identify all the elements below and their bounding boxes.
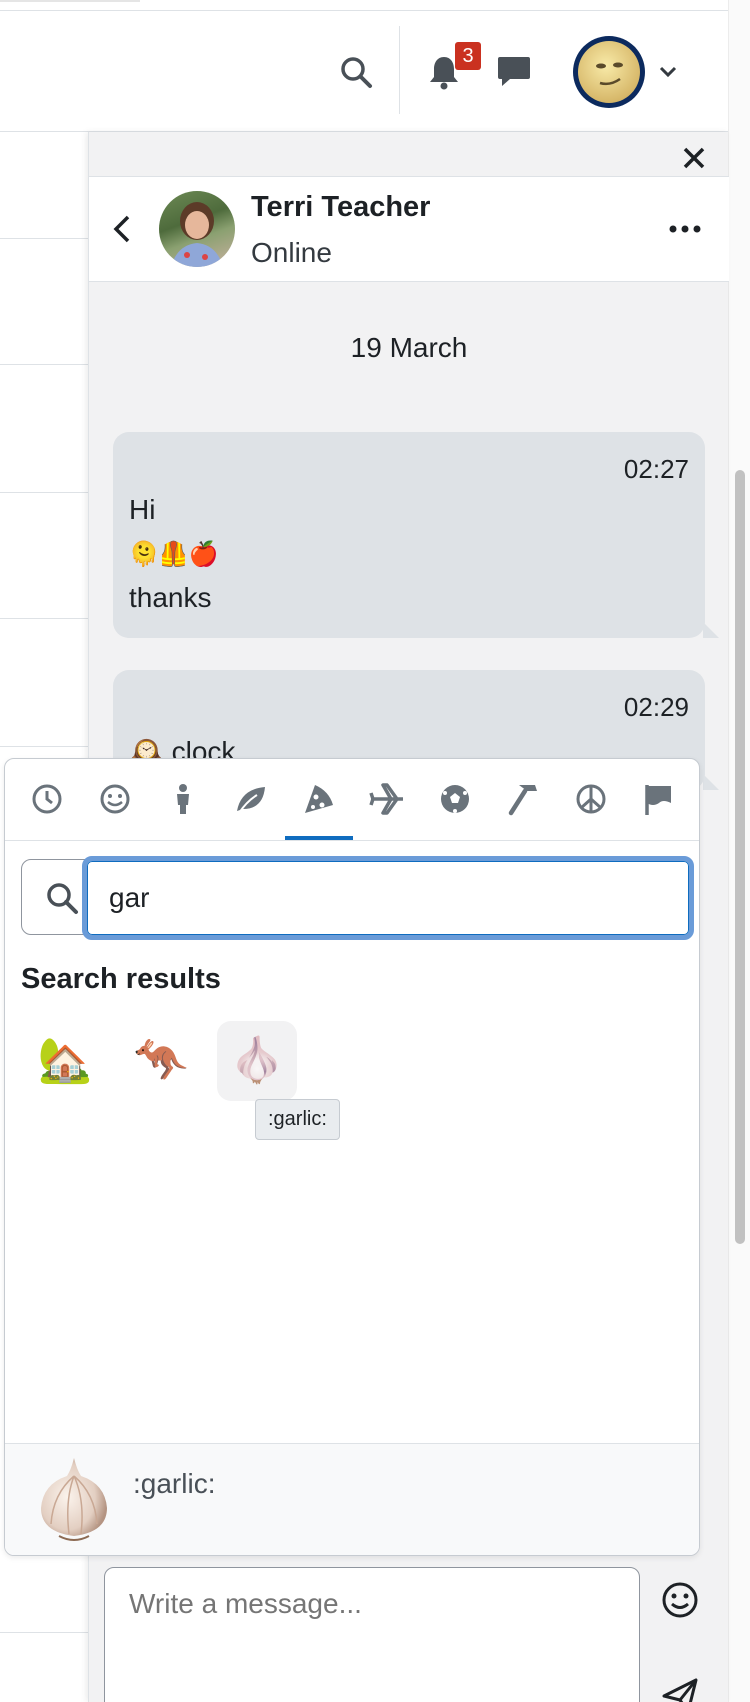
emoji-preview-footer: :garlic: xyxy=(5,1443,699,1555)
emoji-result-kangaroo[interactable]: 🦘 xyxy=(121,1021,201,1101)
emoji-result-garlic[interactable]: 🧄 xyxy=(217,1021,297,1101)
message-bubble: 02:27 Hi 🫠🦺🍎 thanks xyxy=(113,432,719,638)
active-tab-indicator xyxy=(285,836,353,840)
emoji-tooltip: :garlic: xyxy=(255,1099,340,1140)
row-divider xyxy=(0,364,88,365)
emoji-preview-name: :garlic: xyxy=(133,1468,216,1499)
conversation-date: 19 March xyxy=(350,332,468,363)
person-icon[interactable] xyxy=(165,781,201,817)
row-divider xyxy=(0,618,88,619)
send-icon[interactable] xyxy=(660,1676,700,1702)
search-icon[interactable] xyxy=(338,54,374,90)
user-avatar[interactable] xyxy=(573,36,645,108)
notification-count-badge: 3 xyxy=(455,42,481,70)
smiley-icon[interactable] xyxy=(97,781,133,817)
emoji-search-input[interactable] xyxy=(82,856,694,940)
leaf-icon[interactable] xyxy=(233,781,269,817)
plane-icon[interactable] xyxy=(369,781,405,817)
row-divider xyxy=(0,746,88,747)
contact-name[interactable]: Terri Teacher xyxy=(251,191,430,224)
more-options-icon[interactable] xyxy=(665,211,705,247)
contact-avatar[interactable] xyxy=(159,191,235,267)
emoji-picker: Search results 🏡 🦘 🧄 :garlic: :garlic: xyxy=(4,758,700,1556)
message-time: 02:27 xyxy=(623,454,689,484)
row-divider xyxy=(0,492,88,493)
emoji-category-tabs xyxy=(5,759,699,841)
recent-clock-icon[interactable] xyxy=(29,781,65,817)
peace-icon[interactable] xyxy=(573,781,609,817)
message-input[interactable] xyxy=(129,1588,609,1620)
message-time: 02:29 xyxy=(623,692,689,722)
top-navbar: 3 xyxy=(0,0,728,132)
navbar-divider xyxy=(0,10,728,11)
pizza-icon[interactable] xyxy=(301,781,337,817)
soccer-ball-icon[interactable] xyxy=(437,781,473,817)
scrollbar-thumb[interactable] xyxy=(735,470,745,1244)
message-text-line: thanks xyxy=(129,582,212,613)
contact-status: Online xyxy=(251,237,332,268)
navbar-separator xyxy=(399,26,400,114)
row-divider xyxy=(0,238,88,239)
bubble-tail xyxy=(703,622,719,638)
conversation-header: Terri Teacher Online xyxy=(89,176,729,282)
emoji-toggle-icon[interactable] xyxy=(660,1580,700,1620)
row-divider xyxy=(0,1632,88,1633)
hammer-icon[interactable] xyxy=(505,781,541,817)
emoji-search-field[interactable] xyxy=(21,856,694,940)
navbar-top-strip xyxy=(0,0,140,2)
search-results-heading: Search results xyxy=(21,963,221,995)
bubble-tail xyxy=(703,774,719,790)
message-text-line: Hi xyxy=(129,494,156,525)
close-icon[interactable] xyxy=(676,140,712,176)
message-emoji-line: 🫠🦺🍎 xyxy=(129,540,219,568)
garlic-preview-icon xyxy=(41,1458,107,1541)
chat-icon[interactable] xyxy=(496,53,532,89)
message-compose-box[interactable] xyxy=(104,1567,640,1702)
flag-icon[interactable] xyxy=(641,781,677,817)
emoji-result-house-with-garden[interactable]: 🏡 xyxy=(25,1021,105,1101)
back-arrow-icon[interactable] xyxy=(105,211,141,247)
search-icon xyxy=(47,883,78,914)
chevron-down-icon[interactable] xyxy=(656,60,680,84)
